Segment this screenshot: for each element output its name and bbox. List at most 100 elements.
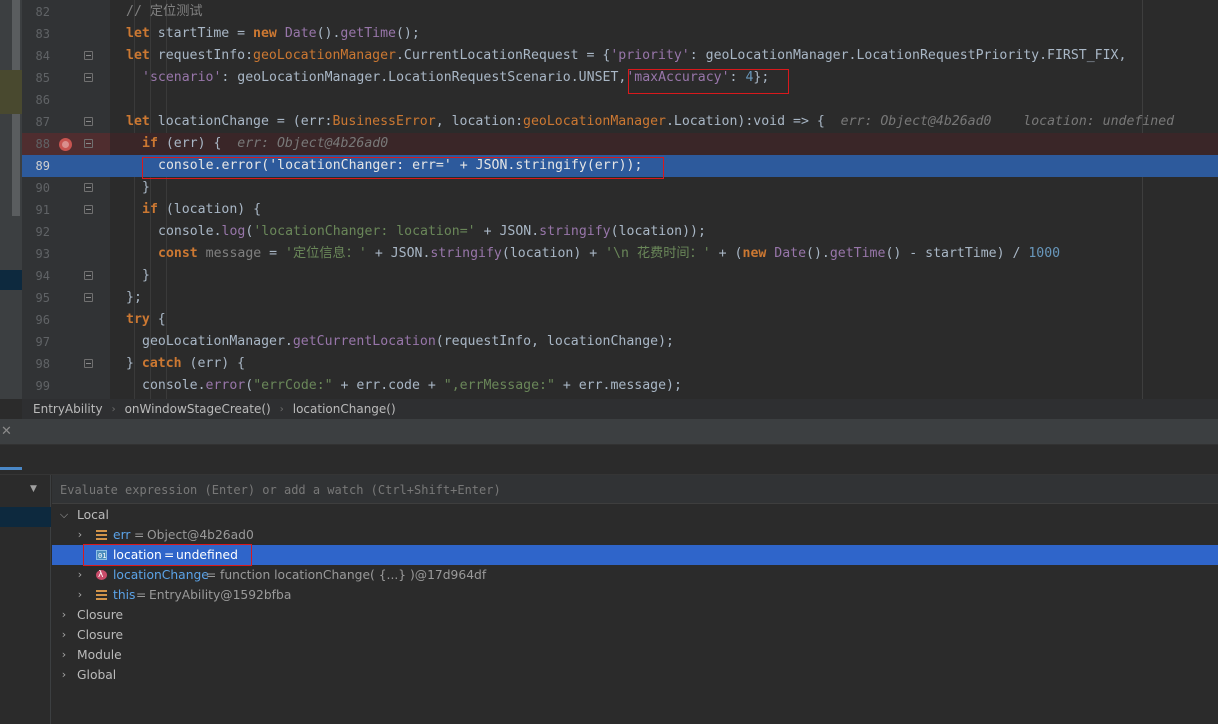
lambda-icon — [96, 565, 107, 585]
variable-name: err — [113, 528, 131, 542]
gutter-line[interactable]: 98 — [22, 353, 110, 375]
code-token: error — [205, 378, 246, 393]
code-line[interactable]: console.log('locationChanger: location='… — [110, 221, 1218, 243]
breakpoint-icon[interactable] — [59, 138, 72, 151]
left-strip-marker — [0, 70, 22, 114]
chevron-right-icon[interactable]: › — [74, 525, 86, 545]
code-token: 'scenario' — [142, 70, 222, 85]
maxaccuracy-highlight-box — [628, 69, 789, 94]
variable-row-this[interactable]: › this = EntryAbility@1592bfba — [52, 585, 1218, 605]
fold-icon[interactable] — [84, 293, 93, 302]
code-token: if — [142, 202, 166, 217]
gutter-line[interactable]: 99 — [22, 375, 110, 397]
gutter-line[interactable]: 94 — [22, 265, 110, 287]
gutter-line[interactable]: 82 — [22, 1, 110, 23]
code-token: console. — [158, 224, 222, 239]
code-token: console. — [142, 378, 206, 393]
debug-panel: ✕ ▼ ⌵ Local › err = Object@4b26ad0 locat… — [0, 419, 1218, 724]
gutter-line[interactable]: 92 — [22, 221, 110, 243]
chevron-down-icon[interactable]: ⌵ — [58, 505, 70, 525]
close-icon[interactable]: ✕ — [1, 425, 13, 439]
code-line[interactable]: // 定位测试 — [110, 1, 1218, 23]
variable-row-err[interactable]: › err = Object@4b26ad0 — [52, 525, 1218, 545]
fold-icon[interactable] — [84, 205, 93, 214]
gutter-line[interactable]: 86 — [22, 89, 110, 111]
evaluate-expression-input[interactable] — [52, 475, 1218, 504]
code-line[interactable]: } catch (err) { — [110, 353, 1218, 375]
breadcrumb-item-onwindowstagecreate[interactable]: onWindowStageCreate() — [125, 402, 271, 416]
code-token: = — [261, 246, 286, 261]
gutter-line[interactable]: 88 — [22, 133, 110, 155]
code-text: console.log('locationChanger: location='… — [158, 221, 706, 243]
gutter-line[interactable]: 89 — [22, 155, 110, 177]
chevron-right-icon[interactable]: › — [58, 605, 70, 625]
fold-icon[interactable] — [84, 359, 93, 368]
fold-icon[interactable] — [84, 183, 93, 192]
code-line[interactable]: try { — [110, 309, 1218, 331]
code-token: // 定位测试 — [126, 4, 203, 19]
code-token: startTime = — [157, 26, 254, 41]
code-token: 'priority' — [610, 48, 690, 63]
gutter-line[interactable]: 85 — [22, 67, 110, 89]
code-text: console.error("errCode:" + err.code + ",… — [142, 375, 682, 397]
frames-pane[interactable]: ▼ — [0, 475, 51, 724]
line-number: 89 — [35, 159, 50, 173]
code-editor[interactable]: 82 83 84 85 86 87 88 89 90 91 92 93 94 95 96 97 98 99 // … — [22, 0, 1218, 399]
breadcrumb-item-locationchange[interactable]: locationChange() — [293, 402, 396, 416]
fold-icon[interactable] — [84, 73, 93, 82]
code-line[interactable]: const message = '定位信息：' + JSON.stringify… — [110, 243, 1218, 265]
code-line[interactable]: console.error("errCode:" + err.code + ",… — [110, 375, 1218, 397]
code-line[interactable]: let requestInfo:geoLocationManager.Curre… — [110, 45, 1218, 67]
gutter-line[interactable]: 87 — [22, 111, 110, 133]
scope-closure[interactable]: › Closure — [52, 625, 1218, 645]
gutter-line[interactable]: 83 — [22, 23, 110, 45]
code-line[interactable]: let startTime = new Date().getTime(); — [110, 23, 1218, 45]
chevron-down-icon[interactable]: ▼ — [30, 485, 40, 494]
active-tab-indicator — [0, 467, 22, 470]
gutter-line[interactable]: 91 — [22, 199, 110, 221]
code-token: requestInfo: — [157, 48, 254, 63]
scope-module[interactable]: › Module — [52, 645, 1218, 665]
gutter-line[interactable]: 97 — [22, 331, 110, 353]
code-token: : geoLocationManager.LocationRequestPrio… — [689, 48, 1127, 63]
selected-frame[interactable] — [0, 507, 51, 527]
fold-icon[interactable] — [84, 271, 93, 280]
gutter-line[interactable]: 96 — [22, 309, 110, 331]
chevron-right-icon[interactable]: › — [74, 565, 86, 585]
code-text: // 定位测试 — [126, 1, 203, 23]
variable-row-locationchange[interactable]: › locationChange = function locationChan… — [52, 565, 1218, 585]
code-line[interactable]: } — [110, 177, 1218, 199]
code-area[interactable]: // 定位测试 let startTime = new Date().getTim… — [110, 0, 1218, 399]
scope-global[interactable]: › Global — [52, 665, 1218, 685]
gutter-line[interactable]: 90 — [22, 177, 110, 199]
scope-local[interactable]: ⌵ Local — [52, 505, 1218, 525]
code-line[interactable]: }; — [110, 287, 1218, 309]
breadcrumb-item-entryability[interactable]: EntryAbility — [33, 402, 103, 416]
code-line[interactable]: if (location) { — [110, 199, 1218, 221]
code-line[interactable]: let locationChange = (err:BusinessError,… — [110, 111, 1218, 133]
chevron-right-icon[interactable]: › — [58, 645, 70, 665]
gutter-line[interactable]: 95 — [22, 287, 110, 309]
code-text: if (err) { err: Object@4b26ad0 — [142, 133, 388, 155]
code-text: let locationChange = (err:BusinessError,… — [126, 111, 1174, 133]
editor-gutter[interactable]: 82 83 84 85 86 87 88 89 90 91 92 93 94 95 96 97 98 99 — [22, 0, 110, 399]
code-line[interactable]: } — [110, 265, 1218, 287]
gutter-line[interactable]: 84 — [22, 45, 110, 67]
code-line[interactable]: if (err) { err: Object@4b26ad0 — [110, 133, 1218, 155]
line-number: 98 — [35, 357, 50, 371]
fold-icon[interactable] — [84, 139, 93, 148]
gutter-line[interactable]: 93 — [22, 243, 110, 265]
code-token: + err.code + — [332, 378, 444, 393]
code-line[interactable]: geoLocationManager.getCurrentLocation(re… — [110, 331, 1218, 353]
scope-label: Local — [77, 508, 109, 522]
code-token: : geoLocationManager.LocationRequestScen… — [221, 70, 627, 85]
code-token: ( — [245, 378, 254, 393]
code-token: Date — [284, 26, 317, 41]
fold-icon[interactable] — [84, 117, 93, 126]
fold-icon[interactable] — [84, 51, 93, 60]
chevron-right-icon[interactable]: › — [58, 625, 70, 645]
chevron-right-icon[interactable]: › — [58, 665, 70, 685]
line-number: 96 — [35, 313, 50, 327]
scope-closure[interactable]: › Closure — [52, 605, 1218, 625]
chevron-right-icon[interactable]: › — [74, 585, 86, 605]
